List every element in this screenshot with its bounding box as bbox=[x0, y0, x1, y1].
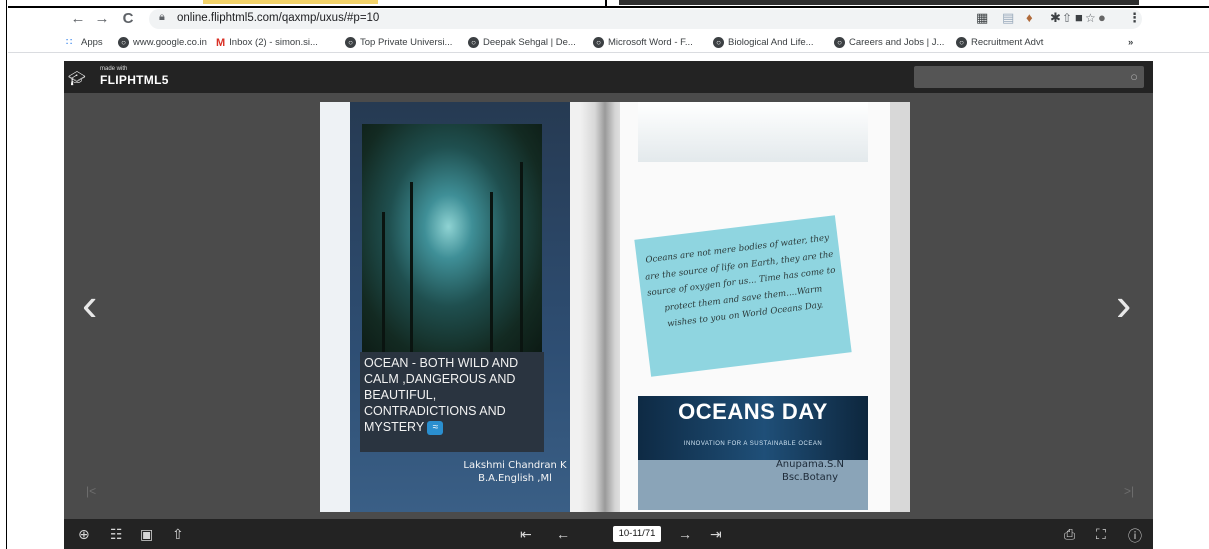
bookmark-label: Recruitment Advt bbox=[971, 37, 1044, 48]
reload-button[interactable]: C bbox=[118, 9, 138, 29]
bookmark-label: » bbox=[1128, 37, 1134, 48]
bookmark-label: Biological And Life... bbox=[728, 37, 814, 48]
last-page-edge-icon[interactable]: >| bbox=[1124, 484, 1134, 498]
book-spread[interactable]: OCEAN - BOTH WILD AND CALM ,DANGEROUS AN… bbox=[320, 102, 910, 512]
right-author-course: Bsc.Botany bbox=[781, 472, 839, 483]
print-icon[interactable]: ⎙ bbox=[1064, 526, 1075, 543]
info-icon[interactable]: ⓘ bbox=[1128, 526, 1142, 546]
left-author-name: Lakshmi Chandran K bbox=[463, 460, 567, 471]
bookmarks-overflow-button[interactable]: » bbox=[1128, 35, 1133, 50]
viewer-header: 🎓︎ made with FLIPHTML5 ○ bbox=[64, 61, 1153, 93]
gmail-icon: M bbox=[216, 36, 226, 49]
logo-made-with: made with bbox=[100, 66, 128, 72]
puzzle-icon[interactable]: ✱ bbox=[1050, 10, 1061, 26]
bookmark-label: Careers and Jobs | J... bbox=[849, 37, 945, 48]
bookmark-star-icon[interactable]: ☆ bbox=[1085, 11, 1096, 25]
search-icon[interactable]: ○ bbox=[1130, 69, 1138, 84]
viewer-toolbar: ⊕ ☷ ▣ ⇧ ⇤ ← 10-11/71 → ⇥ ⎙ ⛶ ⓘ bbox=[64, 519, 1153, 549]
reload-icon: C bbox=[122, 10, 134, 27]
last-page-icon[interactable]: ⇥ bbox=[710, 526, 722, 543]
globe-icon: ○ bbox=[345, 37, 356, 48]
first-page-edge-icon[interactable]: |< bbox=[86, 484, 96, 498]
zoom-in-icon[interactable]: ⊕ bbox=[78, 526, 90, 543]
screenshot-frame: ← → C 🔒︎ online.fliphtml5.com/qaxmp/uxus… bbox=[0, 0, 1209, 549]
highlight-strip bbox=[203, 0, 378, 4]
oceans-day-banner: OCEANS DAY INNOVATION FOR A SUSTAINABLE … bbox=[638, 396, 868, 460]
autoplay-icon[interactable]: ▣ bbox=[140, 526, 153, 543]
bookmark-item[interactable]: ○ www.google.co.in bbox=[118, 35, 207, 50]
extension-icon[interactable]: ▤ bbox=[1002, 10, 1014, 26]
bookmark-apps[interactable]: ∷ Apps bbox=[66, 35, 103, 50]
kelp-strand bbox=[490, 192, 493, 352]
search-input[interactable]: ○ bbox=[914, 66, 1144, 88]
apps-grid-icon: ∷ bbox=[66, 37, 73, 48]
url-text[interactable]: online.fliphtml5.com/qaxmp/uxus/#p=10 bbox=[177, 12, 379, 24]
globe-icon: ○ bbox=[468, 37, 479, 48]
back-button[interactable]: ← bbox=[68, 9, 88, 29]
page-number-input[interactable]: 10-11/71 bbox=[613, 526, 661, 542]
graduation-cap-icon: 🎓︎ bbox=[68, 70, 86, 86]
bookmark-label: Microsoft Word - F... bbox=[608, 37, 693, 48]
banner-title: OCEANS DAY bbox=[678, 399, 828, 424]
kelp-strand bbox=[410, 182, 413, 352]
extension-grid-icon[interactable]: ▦ bbox=[976, 10, 988, 26]
bookmarks-bar: ∷ Apps ○ www.google.co.in M Inbox (2) - sim… bbox=[8, 31, 1209, 53]
first-page-icon[interactable]: ⇤ bbox=[520, 526, 532, 543]
kelp-strand bbox=[520, 162, 523, 352]
next-page-icon[interactable]: → bbox=[678, 526, 692, 542]
menu-dots-icon[interactable]: ⋮ bbox=[1128, 10, 1141, 26]
forward-arrow-icon: → bbox=[94, 10, 110, 27]
left-author-course: B.A.English ,Ml bbox=[478, 473, 552, 484]
globe-icon: ○ bbox=[713, 37, 724, 48]
flipbook-viewer: 🎓︎ made with FLIPHTML5 ○ ‹ › |< >| OCEAN… bbox=[64, 61, 1153, 549]
back-arrow-icon: ← bbox=[70, 10, 86, 27]
quote-text: Oceans are not mere bodies of water, the… bbox=[644, 233, 836, 330]
bookmark-item[interactable]: ○ Deepak Sehgal | De... bbox=[468, 35, 576, 50]
bookmark-item[interactable]: ○ Recruitment Advt bbox=[956, 35, 1043, 50]
fliphtml5-logo[interactable]: 🎓︎ made with FLIPHTML5 bbox=[68, 65, 188, 89]
thumbnails-icon[interactable]: ☷ bbox=[110, 526, 123, 543]
left-page[interactable]: OCEAN - BOTH WILD AND CALM ,DANGEROUS AN… bbox=[320, 102, 610, 512]
previous-page-arrow[interactable]: ‹ bbox=[82, 281, 97, 327]
globe-icon: ○ bbox=[834, 37, 845, 48]
quote-card: Oceans are not mere bodies of water, the… bbox=[634, 215, 852, 377]
next-page-arrow[interactable]: › bbox=[1116, 281, 1131, 327]
lock-icon: 🔒︎ bbox=[159, 11, 165, 23]
share-icon[interactable]: ⇧ bbox=[1062, 11, 1072, 25]
underwater-forest-image bbox=[362, 124, 542, 352]
share-icon[interactable]: ⇧ bbox=[172, 526, 184, 543]
globe-icon: ○ bbox=[956, 37, 967, 48]
ocean-caption: OCEAN - BOTH WILD AND CALM ,DANGEROUS AN… bbox=[364, 355, 544, 435]
bookmark-label: Deepak Sehgal | De... bbox=[483, 37, 576, 48]
banner-subtitle: INNOVATION FOR A SUSTAINABLE OCEAN bbox=[683, 441, 823, 447]
globe-icon: ○ bbox=[118, 37, 129, 48]
bookmark-item[interactable]: M Inbox (2) - simon.si... bbox=[216, 35, 318, 50]
fullscreen-icon[interactable]: ⛶ bbox=[1096, 526, 1106, 543]
dark-strip bbox=[619, 0, 1139, 5]
right-page-top-panel bbox=[638, 102, 868, 162]
kelp-strand bbox=[382, 212, 385, 352]
bookmark-label: Inbox (2) - simon.si... bbox=[229, 37, 318, 48]
previous-page-icon[interactable]: ← bbox=[556, 526, 570, 542]
right-author-name: Anupama.S.N bbox=[775, 459, 845, 470]
bookmark-item[interactable]: ○ Biological And Life... bbox=[713, 35, 814, 50]
bookmark-item[interactable]: ○ Microsoft Word - F... bbox=[593, 35, 693, 50]
bookmark-item[interactable]: ○ Careers and Jobs | J... bbox=[834, 35, 944, 50]
left-border bbox=[0, 0, 7, 549]
bookmark-item[interactable]: ○ Top Private Universi... bbox=[345, 35, 452, 50]
bookmark-label: www.google.co.in bbox=[133, 37, 207, 48]
bookmark-label: Apps bbox=[81, 37, 103, 48]
right-page[interactable]: Oceans are not mere bodies of water, the… bbox=[620, 102, 910, 512]
side-panel-icon[interactable]: ■ bbox=[1075, 10, 1083, 25]
extension-icon[interactable]: ♦ bbox=[1026, 10, 1033, 25]
bookmark-label: Top Private Universi... bbox=[360, 37, 453, 48]
browser-toolbar: ← → C 🔒︎ online.fliphtml5.com/qaxmp/uxus… bbox=[8, 8, 1209, 30]
logo-brand: FLIPHTML5 bbox=[100, 73, 169, 87]
wave-emoji-icon: ≈ bbox=[427, 420, 444, 435]
avatar[interactable]: ● bbox=[1098, 10, 1106, 25]
cropped-top-strip bbox=[8, 0, 1209, 8]
address-bar[interactable]: 🔒︎ online.fliphtml5.com/qaxmp/uxus/#p=10… bbox=[149, 9, 1142, 29]
globe-icon: ○ bbox=[593, 37, 604, 48]
forward-button[interactable]: → bbox=[92, 9, 112, 29]
